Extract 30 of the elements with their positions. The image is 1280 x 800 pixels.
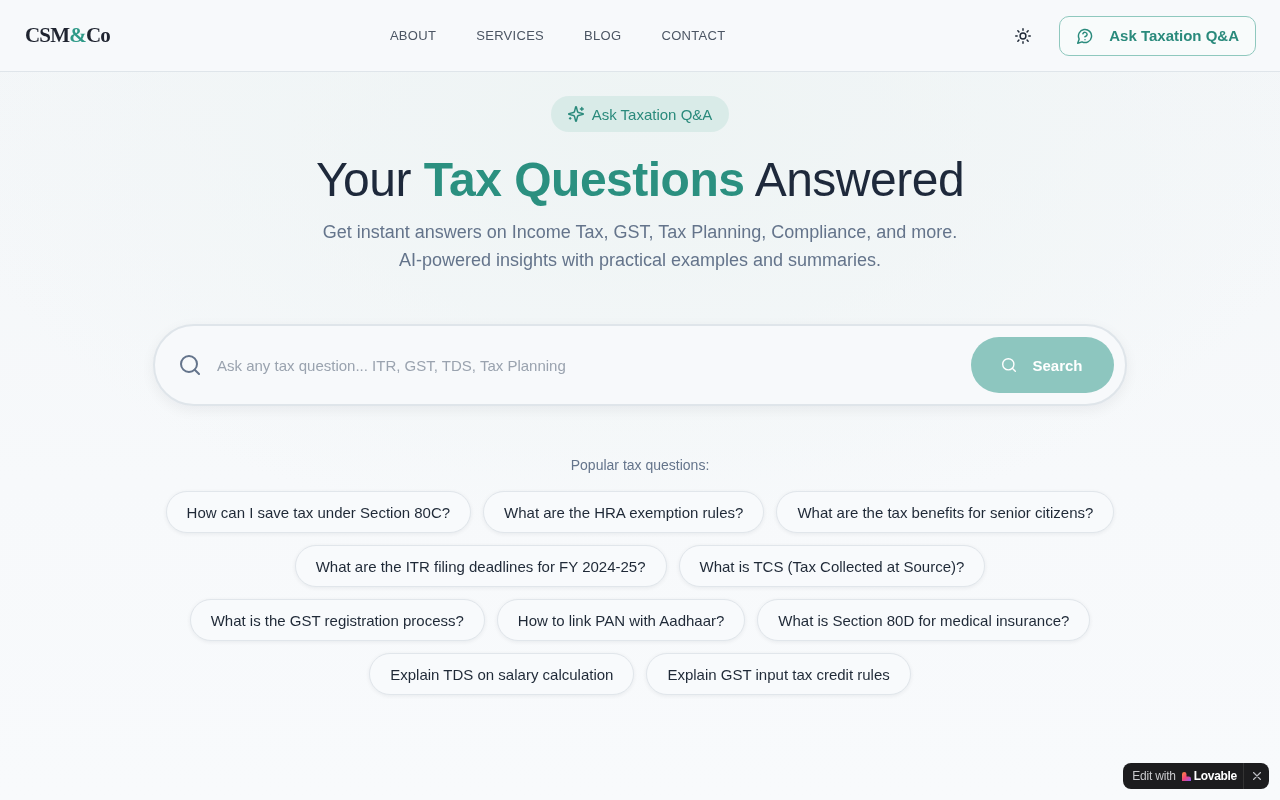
hero-headline: Your Tax Questions Answered [315, 152, 965, 208]
chat-question-icon [1077, 27, 1094, 44]
nav-link[interactable]: CONTACT [661, 28, 726, 43]
question-chip[interactable]: What are the tax benefits for senior citizens? [776, 491, 1115, 533]
nav-link[interactable]: ABOUT [389, 28, 437, 43]
question-chip[interactable]: How to link PAN with Aadhaar? [496, 599, 746, 641]
edit-with-badge[interactable]: Edit with Lovable [1123, 763, 1269, 789]
search-icon [180, 355, 200, 375]
nav-link[interactable]: BLOG [584, 28, 622, 43]
sparkles-icon [567, 106, 584, 122]
question-chip[interactable]: What are the HRA exemption rules? [483, 491, 765, 533]
nav-link[interactable]: SERVICES [476, 28, 545, 43]
badge-brand: Lovable [1193, 769, 1237, 783]
brand-logo[interactable]: CSM&Co [25, 23, 111, 48]
question-chip[interactable]: What is TCS (Tax Collected at Source)? [678, 545, 986, 587]
search-icon [1002, 358, 1017, 372]
badge-prefix: Edit with [1132, 769, 1176, 783]
popular-questions-heading: Popular tax questions: [570, 456, 710, 475]
ask-qa-button[interactable]: Ask Taxation Q&A [1059, 15, 1256, 56]
close-icon [1252, 772, 1261, 780]
logo-icon [1181, 771, 1191, 781]
hero-subtitle: Get instant answers on Income Tax, GST, Tax Planning, Compliance, and more. AI-powered insights with practical examples and summaries. [322, 221, 958, 272]
question-chip[interactable]: Explain TDS on salary calculation [369, 653, 635, 695]
question-chip[interactable]: Explain GST input tax credit rules [646, 653, 911, 695]
question-chip[interactable]: What are the ITR filing deadlines for FY 2024-25? [294, 545, 667, 587]
question-chip[interactable]: What is Section 80D for medical insurance? [757, 599, 1091, 641]
badge-label: Ask Taxation Q&A [591, 105, 713, 123]
question-chip[interactable]: How can I save tax under Section 80C? [165, 491, 472, 533]
question-chip[interactable]: What is the GST registration process? [189, 599, 485, 641]
sun-icon [1015, 27, 1032, 44]
